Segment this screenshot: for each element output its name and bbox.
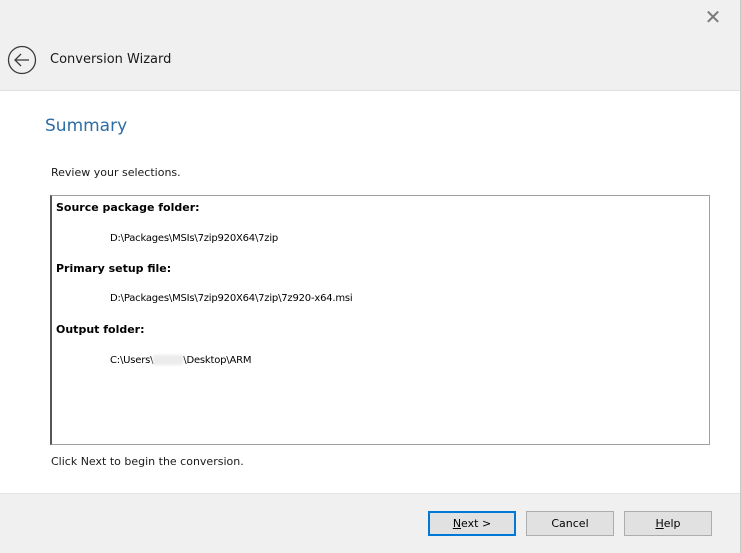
redacted-username xyxy=(153,355,184,365)
next-button[interactable]: Next > xyxy=(428,511,516,536)
wizard-title: Conversion Wizard xyxy=(50,52,172,67)
help-button[interactable]: Help xyxy=(624,511,712,536)
page-heading: Summary xyxy=(45,116,128,136)
close-button[interactable]: ✕ xyxy=(702,6,724,28)
output-folder-prefix: C:\Users\ xyxy=(110,355,154,366)
output-folder-label: Output folder: xyxy=(56,323,145,336)
source-package-folder-label: Source package folder: xyxy=(56,201,200,214)
next-hint: Click Next to begin the conversion. xyxy=(51,455,244,468)
conversion-wizard-window: ✕ Conversion Wizard Summary Review your … xyxy=(0,0,741,553)
review-instruction: Review your selections. xyxy=(51,166,181,179)
help-label: elp xyxy=(663,517,681,530)
help-accelerator: H xyxy=(655,517,664,530)
output-folder-suffix: \Desktop\ARM xyxy=(183,355,252,366)
output-folder-value: C:\Users\ \Desktop\ARM xyxy=(110,355,251,366)
header-divider xyxy=(0,90,740,91)
title-bar: ✕ Conversion Wizard xyxy=(0,0,740,90)
summary-box[interactable]: Source package folder: D:\Packages\MSIs\… xyxy=(50,195,710,445)
next-accelerator: N xyxy=(452,517,462,530)
next-label: ext > xyxy=(461,517,492,530)
primary-setup-file-value: D:\Packages\MSIs\7zip920X64\7zip\7z920-x… xyxy=(110,293,353,304)
back-arrow-icon xyxy=(7,45,37,75)
back-button[interactable] xyxy=(7,45,37,75)
close-icon: ✕ xyxy=(704,5,722,29)
cancel-button[interactable]: Cancel xyxy=(526,511,614,536)
source-package-folder-value: D:\Packages\MSIs\7zip920X64\7zip xyxy=(110,233,279,244)
primary-setup-file-label: Primary setup file: xyxy=(56,262,172,275)
